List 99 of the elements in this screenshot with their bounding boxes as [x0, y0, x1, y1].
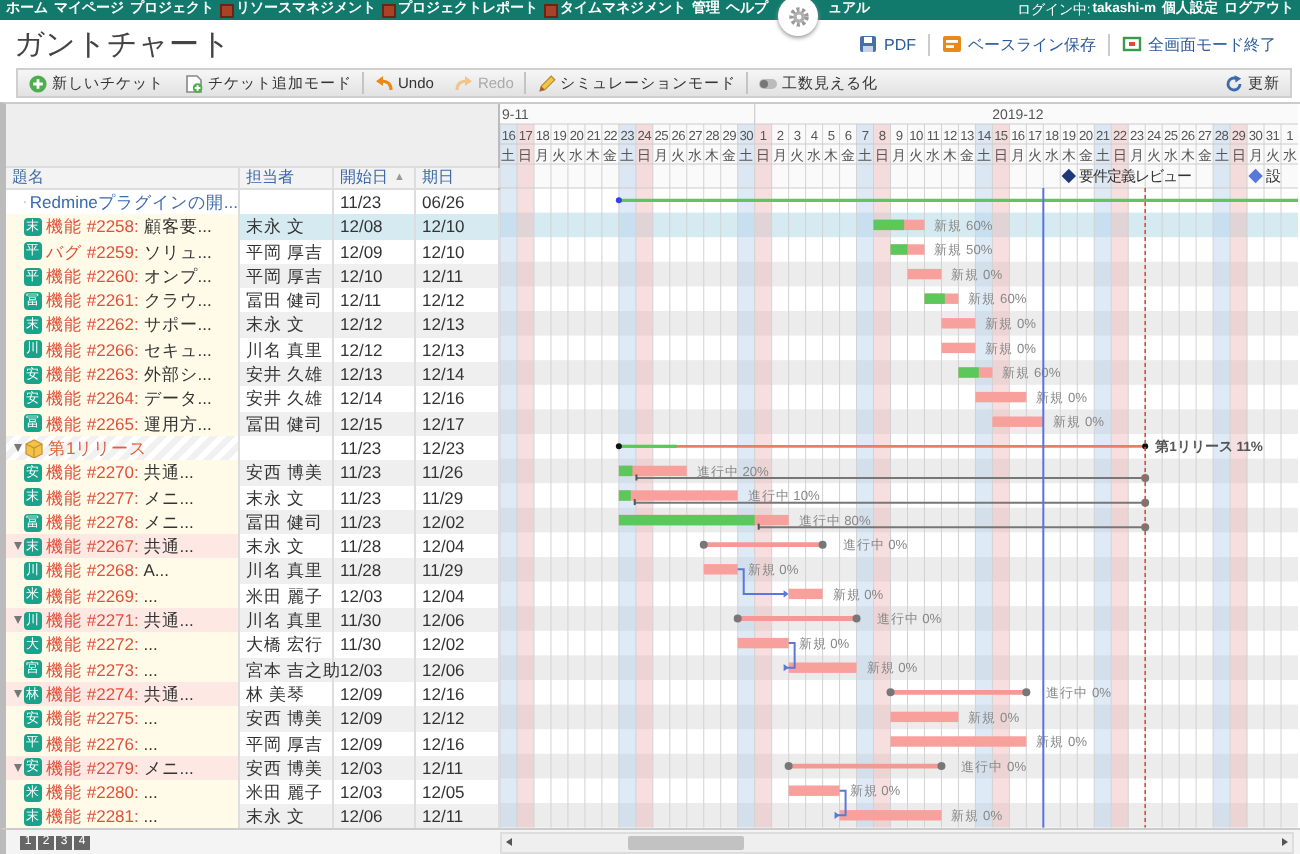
action-link[interactable]: 全画面モード終了: [1108, 33, 1288, 55]
task-bar: [924, 293, 959, 304]
task-bar: [907, 268, 942, 280]
task-bar: [788, 785, 840, 796]
floppy-icon: [858, 34, 878, 54]
task-bar: [890, 736, 1027, 747]
task-bar: [975, 391, 1027, 403]
issue-title[interactable]: 機能 #2269: ...: [46, 583, 158, 609]
table-cell: 末永 文: [240, 214, 334, 240]
module-icon: [544, 3, 558, 17]
table-cell: 川名 真里: [240, 558, 334, 584]
window-icon: [1122, 34, 1142, 54]
issue-title[interactable]: 機能 #2272: ...: [46, 632, 158, 658]
issue-title[interactable]: 機能 #2271: 共通...: [46, 608, 194, 633]
table-cell: 11/23: [334, 460, 416, 486]
table-cell: 12/03: [334, 755, 416, 781]
action-link[interactable]: PDF: [846, 34, 928, 54]
version-title[interactable]: 第1リリース: [48, 435, 148, 461]
milestone-marker[interactable]: [1061, 168, 1076, 184]
table-cell: 12/08: [334, 214, 416, 240]
task-bar: [839, 810, 942, 821]
issue-title[interactable]: 機能 #2266: セキュ...: [46, 337, 212, 363]
task-bar: [737, 637, 789, 649]
table-cell: 冨田 健司: [240, 411, 334, 436]
table-cell: 12/10: [334, 263, 416, 289]
task-bar: [618, 490, 738, 501]
issue-title[interactable]: 機能 #2258: 顧客要...: [46, 214, 212, 240]
pencil-icon: [535, 73, 556, 93]
table-cell: 宮本 吉之助: [240, 657, 334, 682]
page-title: ガントチャート: [14, 25, 231, 63]
task-bar: [788, 662, 857, 673]
issue-title[interactable]: 機能 #2263: 外部シ...: [46, 362, 212, 387]
table-cell: 12/13: [334, 362, 416, 387]
task-bar: [941, 342, 976, 354]
redo-icon: [453, 73, 474, 93]
task-bar: [890, 711, 959, 723]
parent-task-bar: [733, 614, 861, 623]
horizontal-scrollbar[interactable]: [500, 831, 1294, 854]
action-link[interactable]: ベースライン保存: [928, 33, 1108, 55]
package-icon: [24, 438, 44, 459]
issue-title[interactable]: 機能 #2261: クラウ...: [46, 288, 212, 313]
table-cell: 安井 久雄: [240, 362, 334, 387]
task-bar: [788, 588, 823, 600]
issue-title[interactable]: 機能 #2265: 運用方...: [46, 411, 212, 436]
scroll-left-icon[interactable]: [506, 838, 512, 847]
task-bar: [890, 244, 925, 255]
task-bar: [703, 564, 738, 575]
task-bar: [873, 219, 925, 231]
project-title[interactable]: Redmineプラグインの開...: [29, 190, 238, 215]
issue-title[interactable]: 機能 #2260: オンプ...: [46, 263, 212, 289]
column-header[interactable]: 開始日: [340, 168, 388, 188]
table-cell: 安西 博美: [240, 755, 334, 781]
issue-title[interactable]: 機能 #2270: 共通...: [46, 460, 194, 486]
module-icon: [220, 3, 234, 17]
table-cell: 11/28: [334, 558, 416, 584]
column-header[interactable]: 題名: [12, 168, 44, 188]
scroll-thumb[interactable]: [628, 835, 744, 850]
issue-title[interactable]: バグ #2259: ソリュ...: [46, 239, 212, 264]
scroll-right-icon[interactable]: [1282, 838, 1288, 847]
settings-button[interactable]: [778, 0, 818, 36]
table-cell: 川名 真里: [240, 608, 334, 633]
issue-title[interactable]: 機能 #2262: サポー...: [46, 312, 212, 338]
column-header[interactable]: 期日: [422, 168, 454, 188]
column-header[interactable]: 担当者: [246, 168, 294, 188]
table-cell: 12/09: [334, 706, 416, 732]
task-bar: [941, 318, 976, 329]
issue-title[interactable]: 機能 #2278: メニ...: [46, 509, 194, 535]
issue-title[interactable]: 機能 #2279: メニ...: [46, 755, 194, 781]
gear-icon: [787, 5, 809, 27]
issue-title[interactable]: 機能 #2274: 共通...: [46, 681, 194, 707]
table-cell: 12/15: [334, 411, 416, 436]
toggle-icon: [757, 73, 778, 93]
refresh-icon: [1224, 73, 1244, 93]
undo-icon: [374, 73, 394, 93]
table-cell: 安西 博美: [240, 706, 334, 732]
table-cell: 11/30: [334, 608, 416, 633]
issue-title[interactable]: 機能 #2268: A...: [46, 558, 170, 584]
table-cell: 末永 文: [240, 312, 334, 338]
task-bar: [618, 465, 687, 477]
table-cell: 冨田 健司: [240, 509, 334, 535]
issue-title[interactable]: 機能 #2267: 共通...: [46, 534, 194, 559]
task-bar: [992, 416, 1044, 427]
issue-title[interactable]: 機能 #2277: メニ...: [46, 485, 194, 510]
document-plus-icon: [184, 73, 204, 93]
issue-title[interactable]: 機能 #2281: ...: [46, 804, 158, 828]
issue-title[interactable]: 機能 #2275: ...: [46, 706, 158, 732]
plus-icon: [28, 73, 48, 93]
module-icon: [382, 3, 396, 17]
issue-title[interactable]: 機能 #2273: ...: [46, 657, 158, 682]
table-cell: 11/23: [334, 509, 416, 535]
task-bar: [958, 367, 993, 378]
issue-title[interactable]: 機能 #2276: ...: [46, 731, 158, 756]
issue-title[interactable]: 機能 #2280: ...: [46, 780, 158, 805]
list-icon: [942, 34, 962, 54]
table-cell: 12/12: [334, 312, 416, 338]
table-cell: 平岡 厚吉: [240, 263, 334, 289]
parent-task-bar: [699, 540, 827, 549]
table-cell: 安西 博美: [240, 460, 334, 486]
issue-title[interactable]: 機能 #2264: データ...: [46, 386, 212, 412]
